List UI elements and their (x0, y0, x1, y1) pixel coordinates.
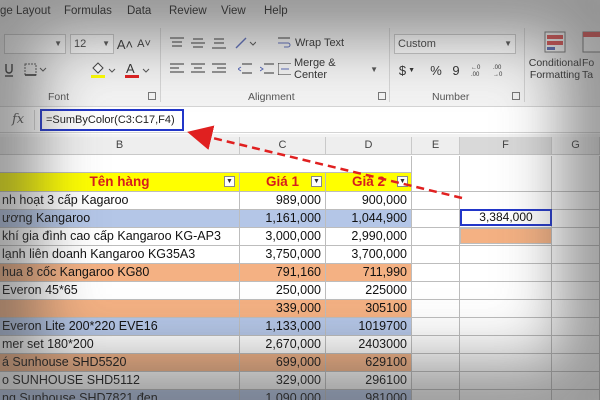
excel-window: ge Layout Formulas Data Review View Help… (0, 0, 600, 400)
annotation-arrow-icon (187, 125, 463, 200)
